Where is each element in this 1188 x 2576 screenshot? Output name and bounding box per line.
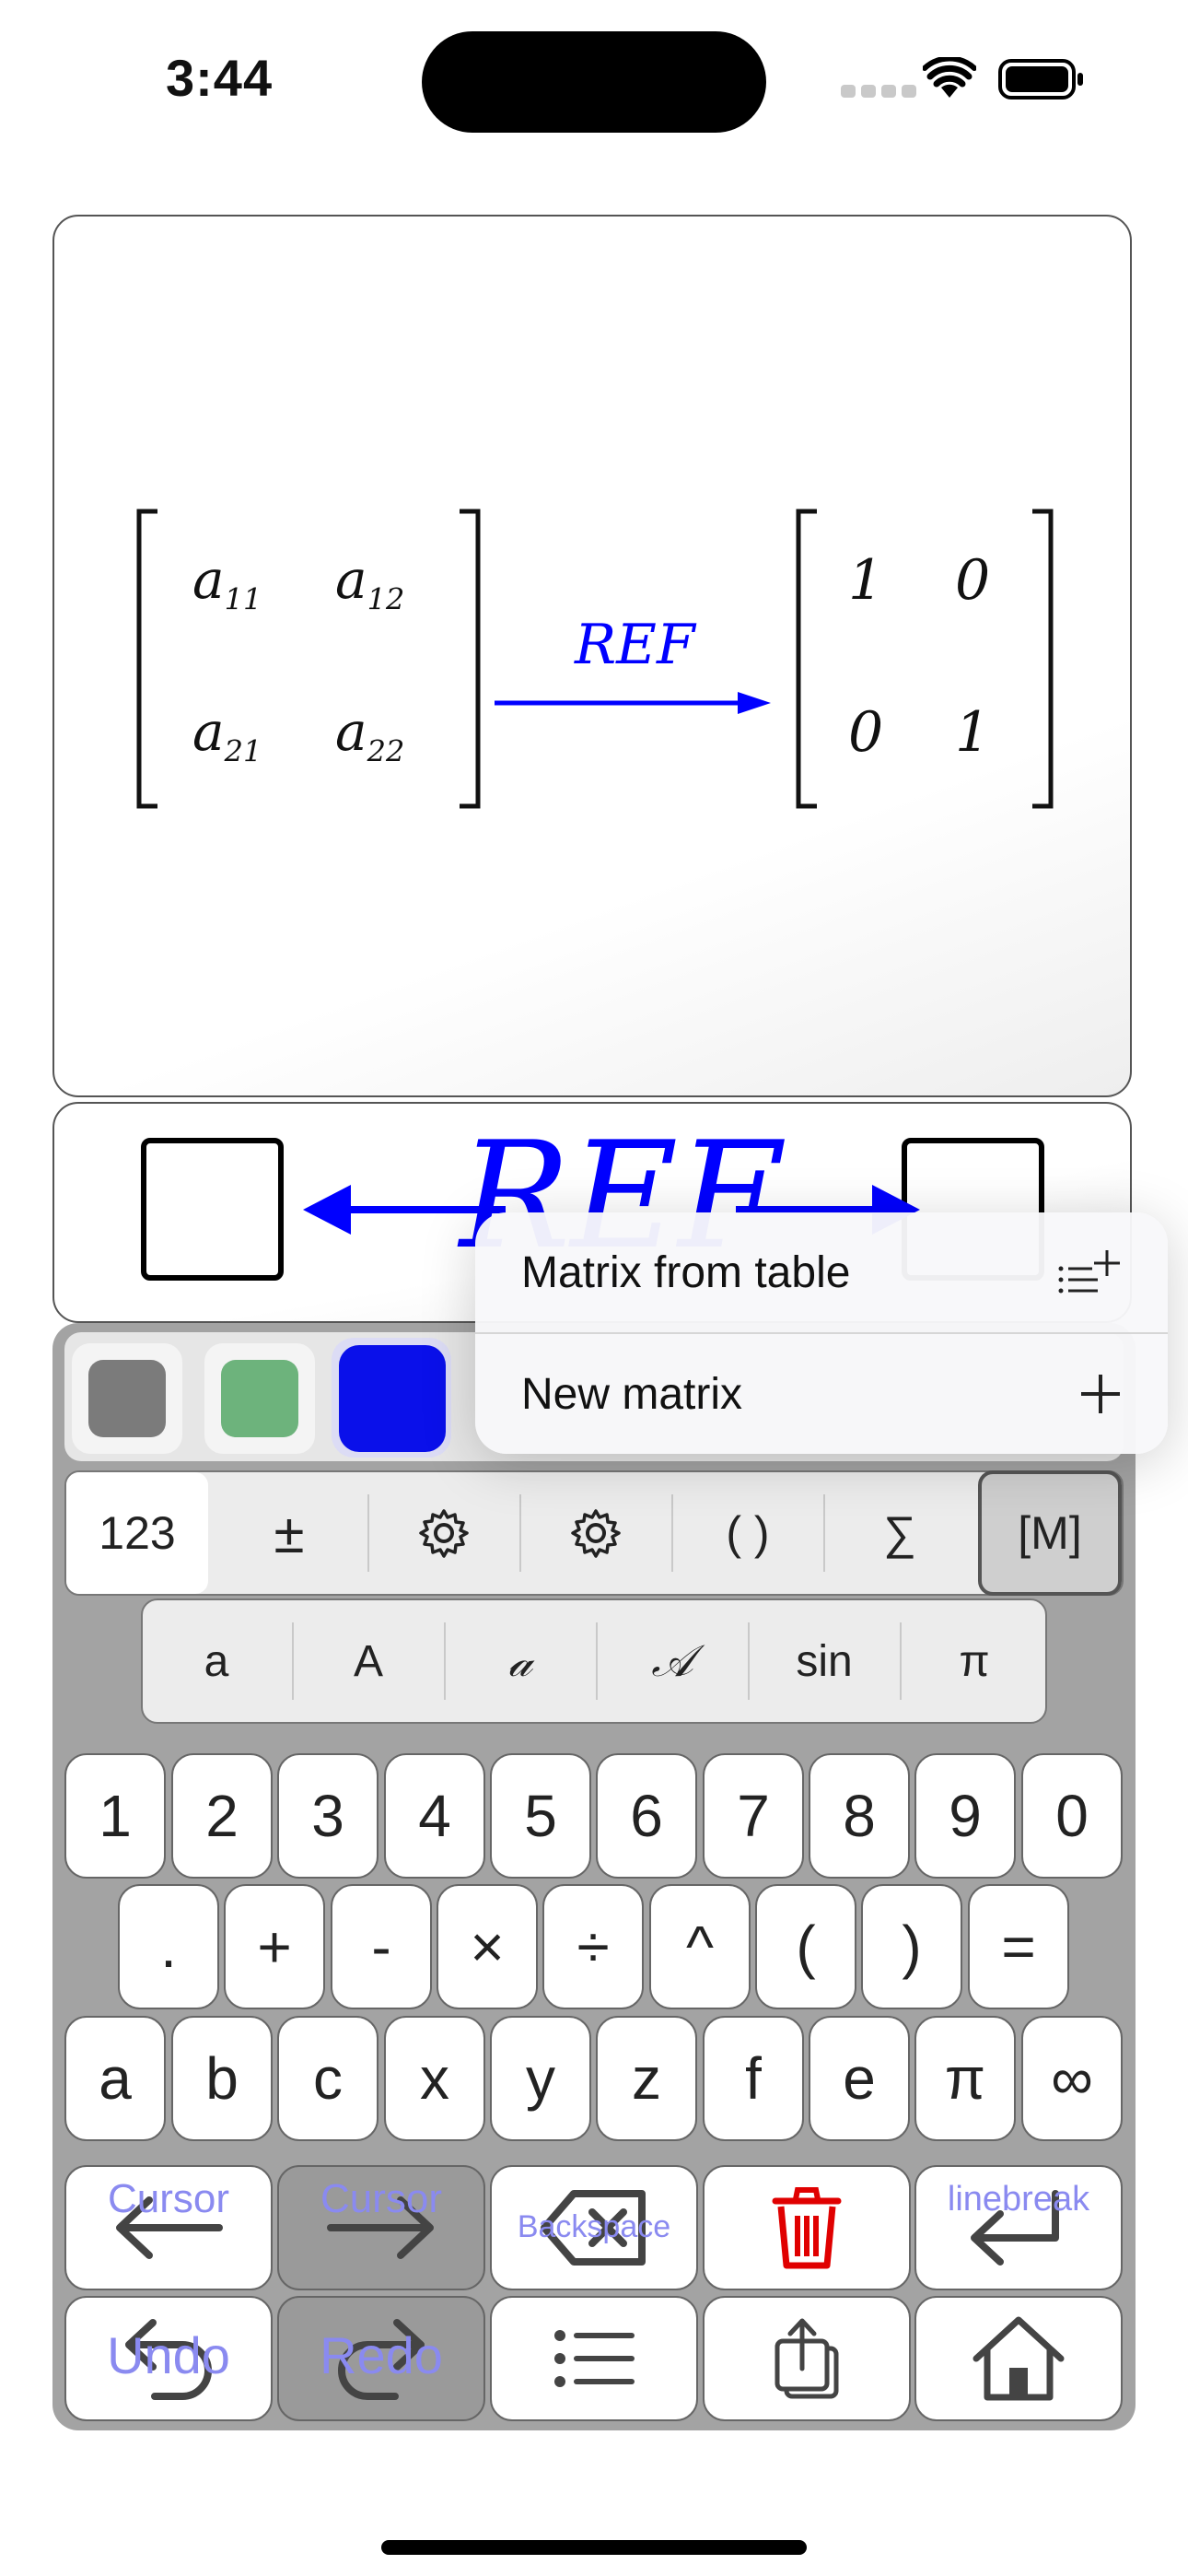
key-3[interactable]: 3	[277, 1753, 379, 1879]
share-button[interactable]	[703, 2296, 911, 2421]
key-0[interactable]: 0	[1021, 1753, 1123, 1879]
home-icon	[973, 2316, 1065, 2401]
key-plus[interactable]: +	[224, 1884, 325, 2009]
wifi-icon	[923, 57, 976, 98]
cursor-left-button[interactable]: Cursor	[64, 2165, 273, 2290]
matrix-entry-a21: a21	[192, 700, 262, 769]
trash-icon	[772, 2187, 842, 2269]
backspace-button[interactable]: Backspace	[490, 2165, 698, 2290]
font-greek[interactable]: π	[903, 1600, 1046, 1722]
font-script-upper[interactable]: 𝒜	[599, 1600, 746, 1722]
identity-entry: 0	[848, 700, 884, 765]
font-script-lower[interactable]: 𝒶	[447, 1600, 594, 1722]
color-swatch-gray[interactable]	[88, 1360, 166, 1437]
status-time: 3:44	[166, 49, 274, 107]
key-infinity[interactable]: ∞	[1021, 2016, 1123, 2141]
cursor-label: Cursor	[107, 2176, 230, 2221]
matrix-menu-popup: Matrix from table New matrix	[475, 1212, 1168, 1454]
linebreak-button[interactable]: linebreak	[914, 2165, 1123, 2290]
menu-item-matrix-from-table[interactable]: Matrix from table	[475, 1212, 1168, 1332]
key-minus[interactable]: -	[331, 1884, 432, 2009]
key-x[interactable]: x	[384, 2016, 485, 2141]
key-c[interactable]: c	[277, 2016, 379, 2141]
undo-label: Undo	[107, 2326, 230, 2384]
key-e[interactable]: e	[809, 2016, 910, 2141]
key-pi[interactable]: π	[914, 2016, 1016, 2141]
tab-plus-minus[interactable]: ±	[218, 1472, 360, 1594]
home-indicator	[381, 2540, 807, 2555]
color-swatch-green[interactable]	[221, 1360, 298, 1437]
key-5[interactable]: 5	[490, 1753, 591, 1879]
key-6[interactable]: 6	[596, 1753, 697, 1879]
backspace-label: Backspace	[517, 2209, 671, 2244]
redo-label: Redo	[320, 2326, 443, 2384]
matrix-entry-a22: a22	[335, 700, 405, 769]
key-y[interactable]: y	[490, 2016, 591, 2141]
menu-item-new-matrix[interactable]: New matrix	[475, 1334, 1168, 1454]
ref-arrow-label: REF	[575, 613, 695, 677]
menu-item-label: New matrix	[521, 1369, 743, 1419]
font-function[interactable]: sin	[751, 1600, 898, 1722]
color-swatch-blue-selected[interactable]	[339, 1345, 446, 1452]
gear-icon	[419, 1509, 469, 1558]
list-button[interactable]	[490, 2296, 698, 2421]
key-9[interactable]: 9	[914, 1753, 1016, 1879]
identity-entry: 0	[955, 548, 991, 613]
font-roman-lower[interactable]: a	[143, 1600, 290, 1722]
key-decimal[interactable]: .	[118, 1884, 219, 2009]
dynamic-island	[422, 31, 766, 133]
font-style-bar: a A 𝒶 𝒜 sin π	[141, 1598, 1047, 1724]
key-power[interactable]: ^	[649, 1884, 751, 2009]
key-2[interactable]: 2	[171, 1753, 273, 1879]
clear-all-button[interactable]	[703, 2165, 911, 2290]
key-1[interactable]: 1	[64, 1753, 166, 1879]
undo-button[interactable]: Undo	[64, 2296, 273, 2421]
key-8[interactable]: 8	[809, 1753, 910, 1879]
list-icon	[554, 2330, 635, 2387]
key-open-paren[interactable]: (	[755, 1884, 856, 2009]
matrix-entry-a11: a11	[192, 548, 262, 617]
plus-icon	[1081, 1375, 1120, 1413]
key-4[interactable]: 4	[384, 1753, 485, 1879]
cursor-label: Cursor	[320, 2176, 443, 2221]
matrix-entry-a12: a12	[335, 548, 405, 617]
tab-sum[interactable]: ∑	[826, 1472, 973, 1594]
gear-icon	[571, 1509, 621, 1558]
math-preview: a11 a12 a21 a22 REF 1 0 0 1	[52, 215, 1132, 1097]
share-icon	[775, 2318, 839, 2399]
cursor-right-button[interactable]: Cursor	[277, 2165, 485, 2290]
matrix-placeholder-left[interactable]	[141, 1138, 284, 1281]
key-z[interactable]: z	[596, 2016, 697, 2141]
list-add-icon	[1058, 1250, 1120, 1294]
keyboard-mode-tabs: 123 ± ( ) ∑ [M]	[64, 1470, 1124, 1596]
tab-numbers[interactable]: 123	[66, 1472, 208, 1594]
font-roman-upper[interactable]: A	[295, 1600, 442, 1722]
linebreak-label: linebreak	[947, 2180, 1090, 2219]
menu-item-label: Matrix from table	[521, 1247, 851, 1297]
tab-settings-1[interactable]	[370, 1472, 518, 1594]
redo-button[interactable]: Redo	[277, 2296, 485, 2421]
cellular-signal-icon	[841, 85, 922, 102]
battery-icon	[998, 59, 1083, 100]
key-7[interactable]: 7	[703, 1753, 804, 1879]
tab-matrix-selected[interactable]: [M]	[978, 1470, 1122, 1596]
key-b[interactable]: b	[171, 2016, 273, 2141]
key-times[interactable]: ×	[437, 1884, 538, 2009]
tab-settings-2[interactable]	[522, 1472, 670, 1594]
key-a[interactable]: a	[64, 2016, 166, 2141]
identity-entry: 1	[848, 548, 884, 613]
key-f[interactable]: f	[703, 2016, 804, 2141]
key-close-paren[interactable]: )	[861, 1884, 962, 2009]
key-divide[interactable]: ÷	[542, 1884, 644, 2009]
tab-parentheses[interactable]: ( )	[674, 1472, 821, 1594]
identity-entry: 1	[955, 700, 991, 765]
home-button[interactable]	[914, 2296, 1123, 2421]
key-equals[interactable]: =	[968, 1884, 1069, 2009]
